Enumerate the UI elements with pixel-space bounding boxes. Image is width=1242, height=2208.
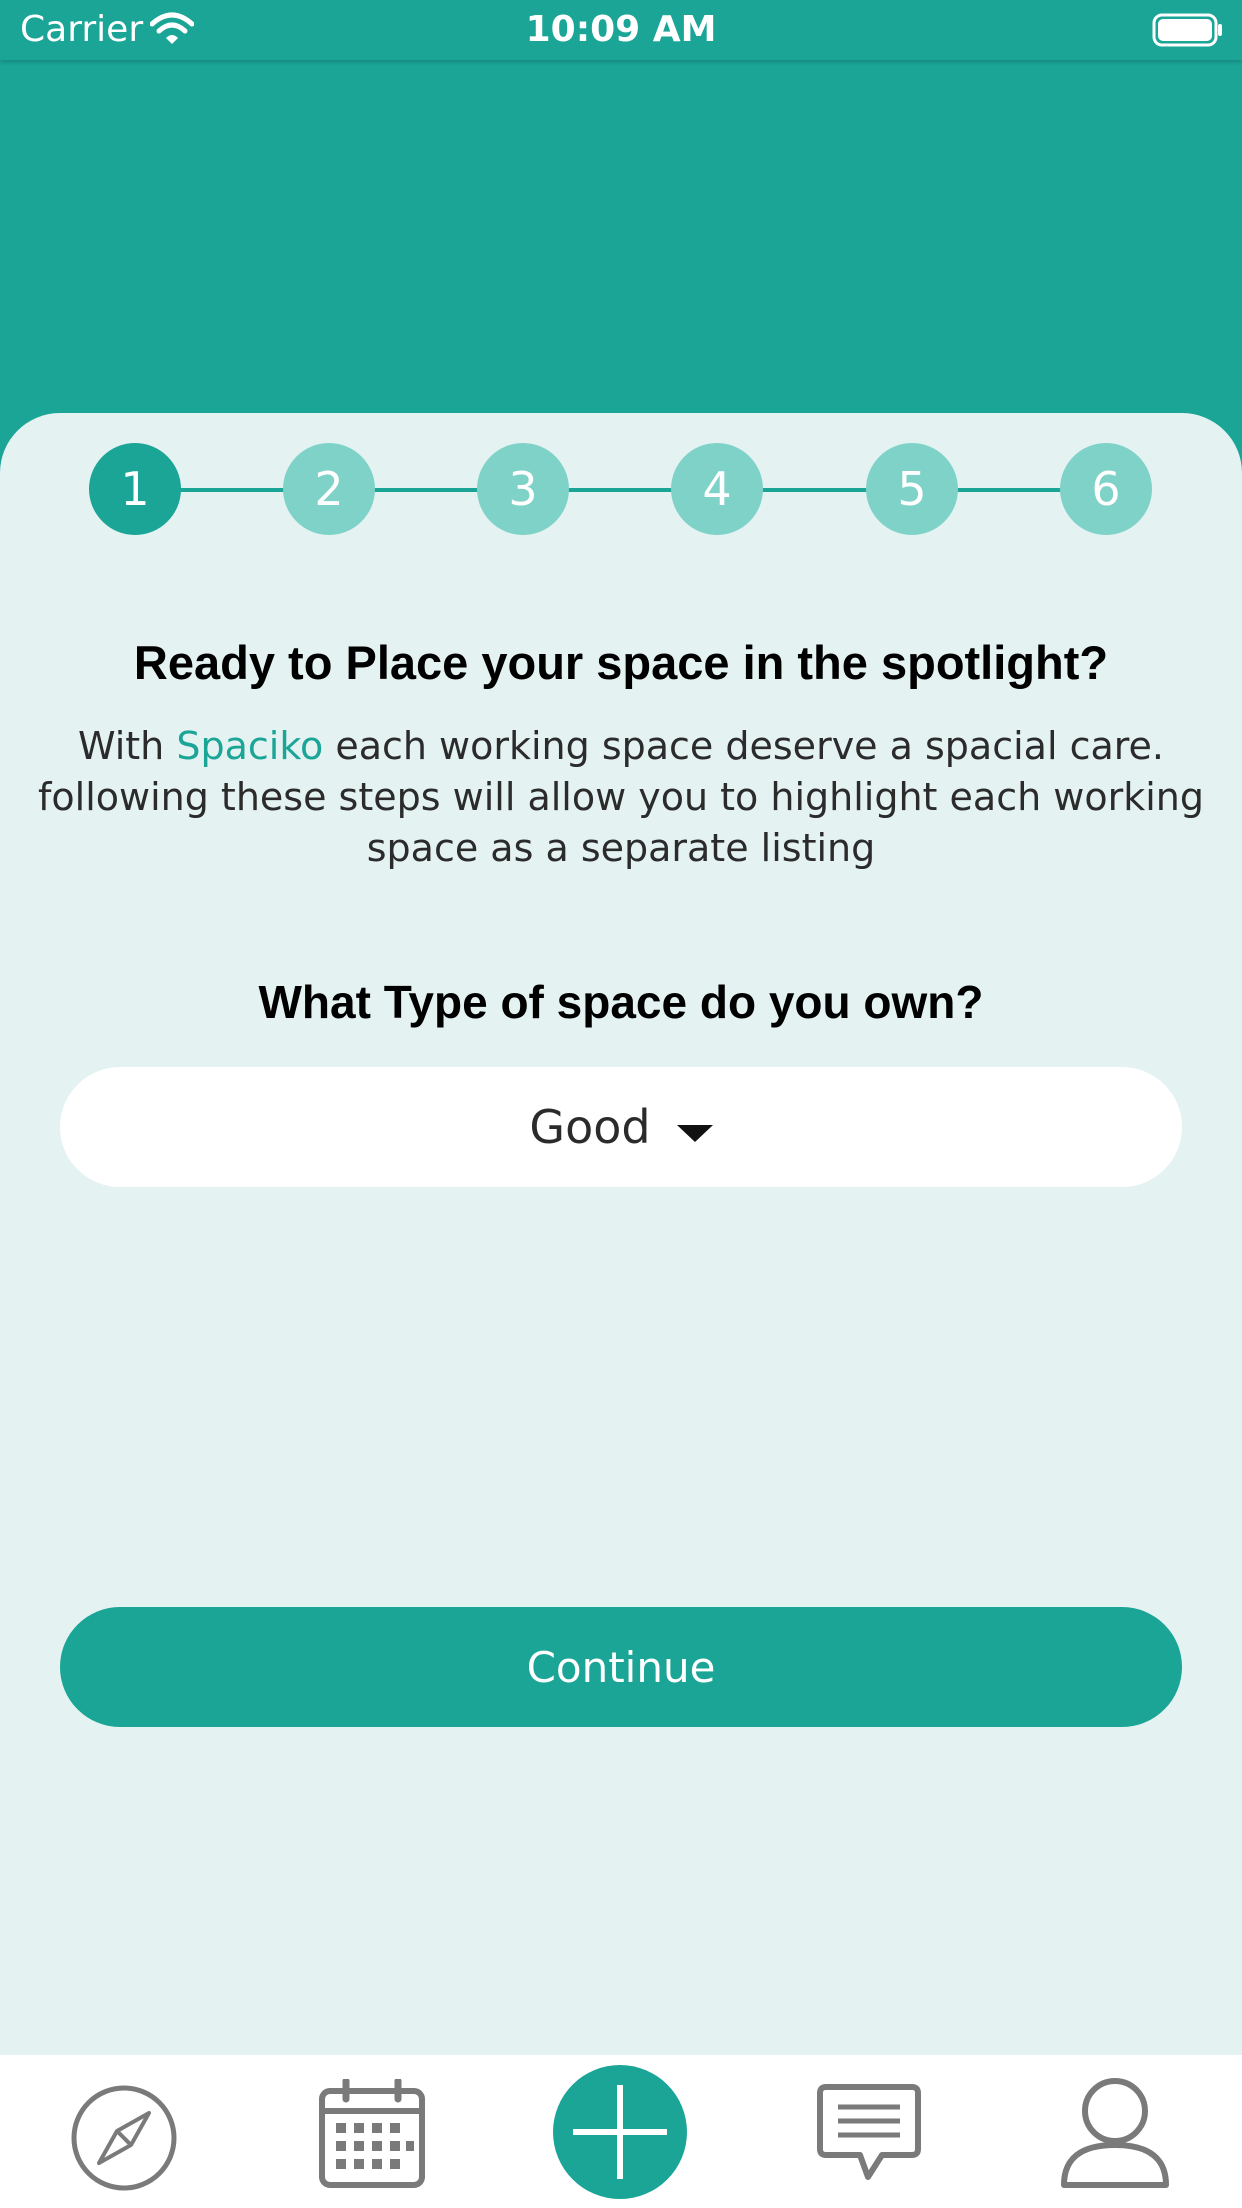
chevron-down-icon bbox=[676, 1100, 713, 1154]
status-bar: Carrier 10:09 AM bbox=[0, 0, 1242, 60]
step-3[interactable]: 3 bbox=[477, 443, 569, 535]
step-4[interactable]: 4 bbox=[671, 443, 763, 535]
intro-text: With Spaciko each working space deserve … bbox=[10, 721, 1232, 874]
wizard-card: 1 2 3 4 5 6 Ready to Place your space in… bbox=[0, 413, 1242, 2055]
continue-button[interactable]: Continue bbox=[60, 1607, 1182, 1727]
page-title: Ready to Place your space in the spotlig… bbox=[133, 636, 1109, 689]
status-time: 10:09 AM bbox=[525, 9, 717, 50]
compass-icon[interactable] bbox=[71, 2085, 177, 2195]
intro-prefix: With bbox=[77, 724, 177, 768]
profile-icon[interactable] bbox=[1060, 2077, 1170, 2193]
space-type-value: Good bbox=[529, 1100, 651, 1154]
space-type-select[interactable]: Good bbox=[60, 1067, 1182, 1187]
stepper: 1 2 3 4 5 6 bbox=[0, 443, 1242, 535]
stepper-line bbox=[135, 488, 1105, 492]
step-1[interactable]: 1 bbox=[89, 443, 181, 535]
step-6[interactable]: 6 bbox=[1060, 443, 1152, 535]
space-type-question: What Type of space do you own? bbox=[258, 976, 984, 1028]
step-5[interactable]: 5 bbox=[866, 443, 958, 535]
tab-bar bbox=[0, 2055, 1242, 2208]
chat-icon[interactable] bbox=[816, 2083, 922, 2187]
add-icon[interactable] bbox=[553, 2065, 687, 2199]
brand-name: Spaciko bbox=[176, 724, 324, 768]
step-2[interactable]: 2 bbox=[283, 443, 375, 535]
calendar-icon[interactable] bbox=[318, 2077, 426, 2193]
battery-icon bbox=[1152, 13, 1224, 51]
